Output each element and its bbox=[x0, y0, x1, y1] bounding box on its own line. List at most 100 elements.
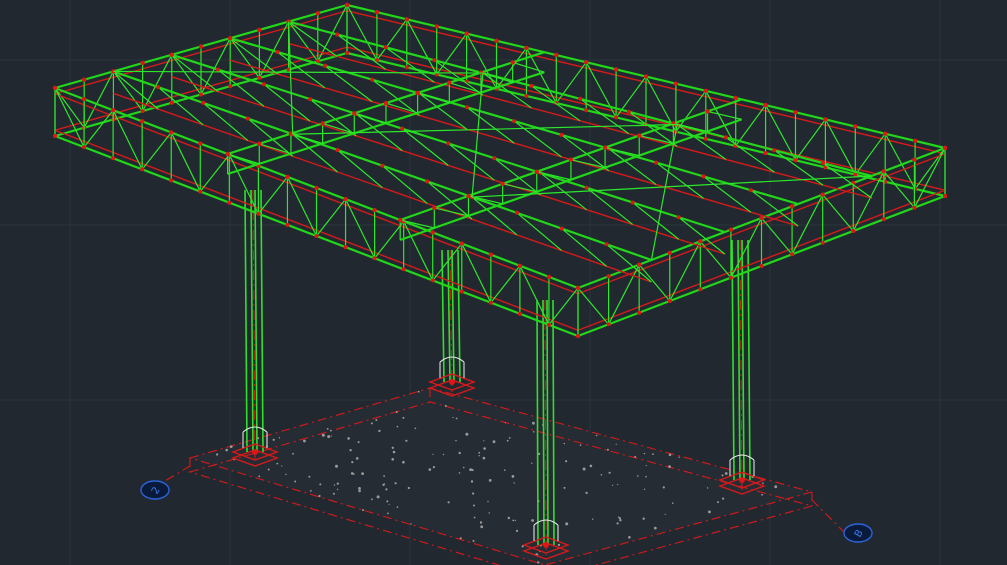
truss-back-right-node bbox=[763, 102, 768, 108]
truss-back-right-node bbox=[763, 151, 768, 156]
purlin-web bbox=[513, 120, 562, 158]
truss-front-right-node bbox=[667, 250, 672, 256]
truss-back-right-node bbox=[613, 67, 619, 72]
purlin-node bbox=[821, 161, 825, 166]
truss-front-left-node bbox=[459, 241, 464, 246]
bracing-x bbox=[650, 124, 678, 261]
cross-node bbox=[320, 121, 325, 126]
concrete-speck bbox=[432, 453, 434, 455]
truss-front-right bbox=[575, 145, 948, 338]
column-back-left-anchor bbox=[449, 379, 455, 385]
concrete-speck bbox=[385, 488, 388, 491]
cross-node bbox=[415, 90, 420, 96]
concrete-speck bbox=[645, 475, 647, 478]
concrete-speck bbox=[362, 509, 364, 512]
concrete-speck bbox=[357, 441, 360, 444]
truss-back-right-diagonal bbox=[705, 90, 737, 147]
concrete-speck bbox=[444, 404, 447, 407]
column-back-left-flange-left bbox=[441, 249, 445, 383]
concrete-speck bbox=[459, 537, 462, 540]
concrete-speck bbox=[371, 498, 373, 501]
column-front-right-web-left bbox=[542, 299, 545, 546]
truss-front-right-diagonal bbox=[883, 170, 915, 209]
purlin-node bbox=[559, 226, 564, 231]
concrete-speck bbox=[721, 474, 724, 477]
purlin-node bbox=[446, 141, 451, 146]
concrete-speck bbox=[458, 472, 461, 474]
concrete-speck bbox=[216, 453, 219, 456]
purlin-node bbox=[604, 242, 609, 247]
cross-node bbox=[432, 205, 437, 211]
column-front-left-flange-left bbox=[244, 189, 248, 453]
concrete-speck bbox=[668, 453, 672, 457]
purlin-web bbox=[336, 33, 387, 70]
concrete-speck bbox=[512, 519, 515, 522]
cross-node bbox=[534, 169, 539, 174]
truss-back-left-node bbox=[257, 27, 262, 33]
cad-model-viewport[interactable]: 2 B bbox=[0, 0, 1007, 565]
truss-front-left-node bbox=[546, 274, 552, 280]
truss-front-right-node bbox=[943, 194, 947, 198]
column-front-left-web-right bbox=[254, 189, 258, 453]
truss-front-left-diagonal bbox=[83, 109, 114, 148]
concrete-speck bbox=[327, 435, 331, 439]
concrete-speck bbox=[358, 489, 361, 493]
truss-back-right-diagonal bbox=[735, 104, 767, 147]
truss-back-right-node bbox=[434, 24, 439, 29]
truss-back-right bbox=[344, 2, 948, 198]
truss-front-left-diagonal bbox=[490, 265, 521, 304]
concrete-speck bbox=[652, 453, 654, 455]
concrete-speck bbox=[664, 513, 666, 515]
concrete-speck bbox=[417, 390, 420, 393]
concrete-speck bbox=[600, 474, 603, 476]
concrete-speck bbox=[479, 521, 483, 524]
concrete-speck bbox=[506, 439, 509, 442]
concrete-speck bbox=[391, 458, 395, 461]
truss-back-left-node bbox=[199, 92, 203, 97]
concrete-speck bbox=[378, 429, 381, 433]
truss-front-left-node bbox=[401, 267, 406, 272]
truss-back-left-node bbox=[228, 84, 233, 89]
concrete-speck bbox=[487, 500, 489, 503]
concrete-speck bbox=[258, 475, 261, 478]
concrete-speck bbox=[455, 439, 457, 442]
concrete-speck bbox=[563, 442, 565, 445]
concrete-speck bbox=[375, 419, 378, 421]
concrete-speck bbox=[465, 432, 469, 436]
truss-front-left-node bbox=[343, 245, 348, 250]
purlin-node bbox=[701, 174, 706, 179]
concrete-speck bbox=[761, 493, 763, 496]
concrete-speck bbox=[473, 516, 476, 519]
truss-back-right-node bbox=[673, 81, 679, 86]
concrete-speck bbox=[405, 439, 408, 442]
truss-front-left-node bbox=[285, 222, 290, 227]
concrete-speck bbox=[488, 479, 492, 482]
concrete-speck bbox=[708, 510, 711, 514]
truss-front-left-node bbox=[53, 134, 57, 138]
concrete-speck bbox=[396, 425, 399, 428]
truss-front-left-node bbox=[140, 119, 145, 124]
truss-front-left-diagonal bbox=[141, 132, 172, 170]
purlin-web bbox=[516, 212, 563, 252]
concrete-speck bbox=[278, 437, 281, 439]
concrete-speck bbox=[352, 473, 355, 475]
truss-front-left-node bbox=[314, 185, 319, 191]
truss-front-right-node bbox=[667, 299, 672, 303]
truss-back-right-node bbox=[464, 31, 469, 36]
truss-back-right-node bbox=[374, 10, 380, 15]
purlin-node bbox=[630, 200, 635, 205]
grid-bubble-2[interactable]: 2 bbox=[140, 480, 170, 500]
purlin-web bbox=[371, 79, 420, 116]
cross-node bbox=[466, 193, 471, 199]
grid-bubble-b[interactable]: B bbox=[843, 523, 873, 543]
truss-back-right-node bbox=[913, 186, 918, 191]
purlin-node bbox=[512, 119, 517, 124]
truss-back-right-node bbox=[584, 108, 589, 113]
concrete-speck bbox=[595, 434, 598, 437]
cross-web bbox=[385, 102, 418, 114]
truss-front-left-diagonal bbox=[374, 220, 405, 259]
concrete-speck bbox=[653, 526, 657, 530]
space-truss-roof bbox=[52, 2, 948, 338]
column-back-right-flange-right bbox=[747, 239, 751, 481]
concrete-speck bbox=[452, 416, 454, 419]
